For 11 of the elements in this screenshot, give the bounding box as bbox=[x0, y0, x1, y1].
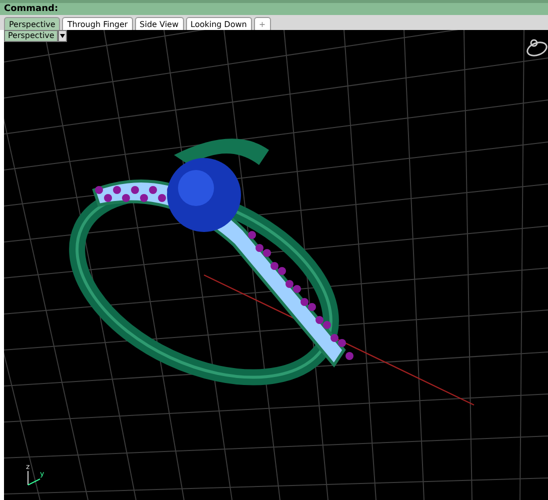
caret-icon bbox=[60, 34, 66, 38]
command-bar[interactable]: Command: bbox=[0, 0, 548, 15]
viewport-tab[interactable]: Looking Down bbox=[186, 17, 252, 30]
dropdown-button[interactable] bbox=[58, 30, 68, 42]
viewport-label[interactable]: Perspective bbox=[4, 30, 58, 42]
viewport-tab[interactable]: Perspective bbox=[4, 17, 60, 30]
command-label: Command: bbox=[4, 4, 58, 14]
add-tab-button[interactable]: + bbox=[254, 17, 271, 30]
viewport-tab[interactable]: Side View bbox=[134, 17, 184, 30]
ring-icon bbox=[526, 39, 548, 56]
viewport-tab[interactable]: Through Finger bbox=[62, 17, 133, 30]
